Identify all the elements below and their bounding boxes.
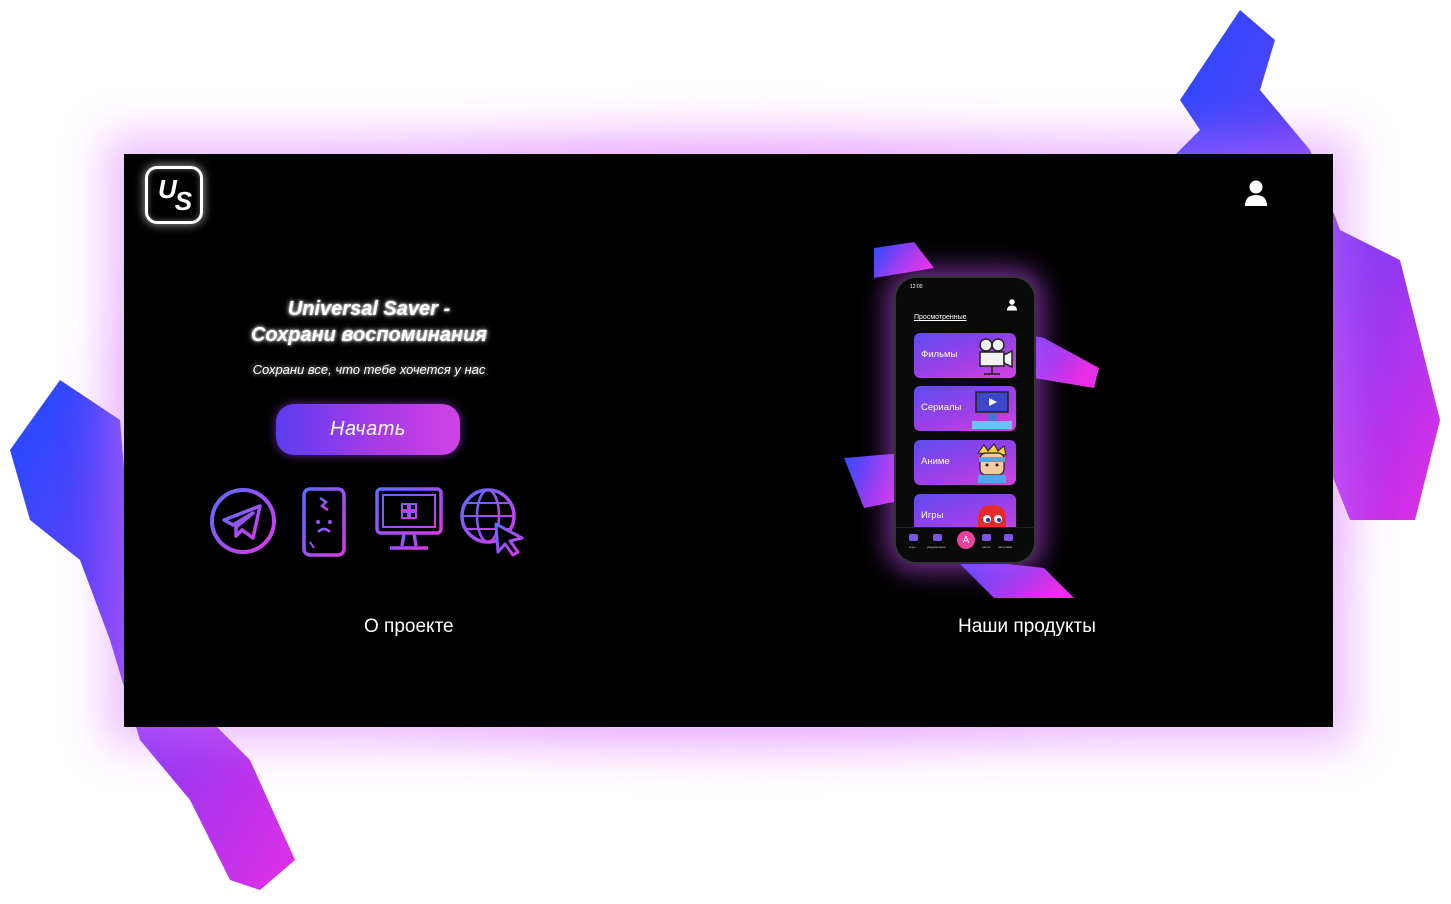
- tv-series-icon: [972, 391, 1012, 429]
- user-profile-icon[interactable]: [1242, 178, 1270, 208]
- center-tab-icon[interactable]: А: [957, 531, 975, 549]
- logo-letter-u: U: [157, 173, 177, 204]
- category-card-anime[interactable]: Аниме: [914, 440, 1016, 485]
- maps-tab-icon[interactable]: [982, 534, 991, 541]
- our-products-link[interactable]: Наши продукты: [958, 616, 1096, 638]
- hero-title-line2: Сохрани воспоминания: [250, 324, 488, 346]
- windows-monitor-icon[interactable]: [374, 486, 444, 556]
- phone-status-time: 12:00: [910, 284, 923, 290]
- start-button[interactable]: Начать: [276, 404, 460, 455]
- tab-label-notifications: уведомления: [927, 545, 946, 549]
- category-card-movies[interactable]: Фильмы: [914, 333, 1016, 378]
- category-label-games: Игры: [921, 510, 944, 521]
- notifications-tab-icon[interactable]: [933, 534, 942, 541]
- logo-letter-s: S: [174, 185, 192, 216]
- category-card-series[interactable]: Сериалы: [914, 386, 1016, 431]
- hero-section: Universal Saver - Сохрани воспоминания С…: [219, 296, 519, 377]
- category-label-movies: Фильмы: [921, 349, 958, 360]
- app-logo[interactable]: U S: [145, 166, 203, 224]
- broken-phone-icon[interactable]: [300, 486, 348, 558]
- phone-screen: 12:00 Просмотренные Фильмы Сериалы Аниме…: [894, 276, 1036, 564]
- settings-tab-icon[interactable]: [1004, 534, 1013, 541]
- anime-character-icon: [977, 443, 1007, 483]
- app-screen: U S Universal Saver - Сохрани воспоминан…: [124, 154, 1333, 727]
- hero-title: Universal Saver - Сохрани воспоминания: [219, 296, 519, 348]
- movie-camera-icon: [979, 338, 1013, 375]
- phone-tab-bar: игры уведомления А карты настройки: [896, 527, 1034, 562]
- feature-icons: [208, 486, 538, 564]
- telegram-icon[interactable]: [208, 486, 278, 556]
- category-label-anime: Аниме: [921, 456, 950, 467]
- category-label-series: Сериалы: [921, 402, 962, 413]
- about-project-link[interactable]: О проекте: [364, 616, 454, 638]
- tab-label-settings: настройки: [998, 545, 1013, 549]
- tab-label-games: игры: [909, 545, 916, 549]
- games-tab-icon[interactable]: [909, 534, 918, 541]
- watched-section-title: Просмотренные: [914, 314, 967, 321]
- tab-label-maps: карты: [982, 545, 991, 549]
- phone-mockup: 12:00 Просмотренные Фильмы Сериалы Аниме…: [844, 238, 1104, 618]
- globe-cursor-icon[interactable]: [458, 486, 528, 558]
- hero-title-line1: Universal Saver -: [287, 298, 451, 320]
- hero-subtitle: Сохрани все, что тебе хочется у нас: [252, 362, 486, 377]
- phone-user-icon[interactable]: [1006, 298, 1018, 311]
